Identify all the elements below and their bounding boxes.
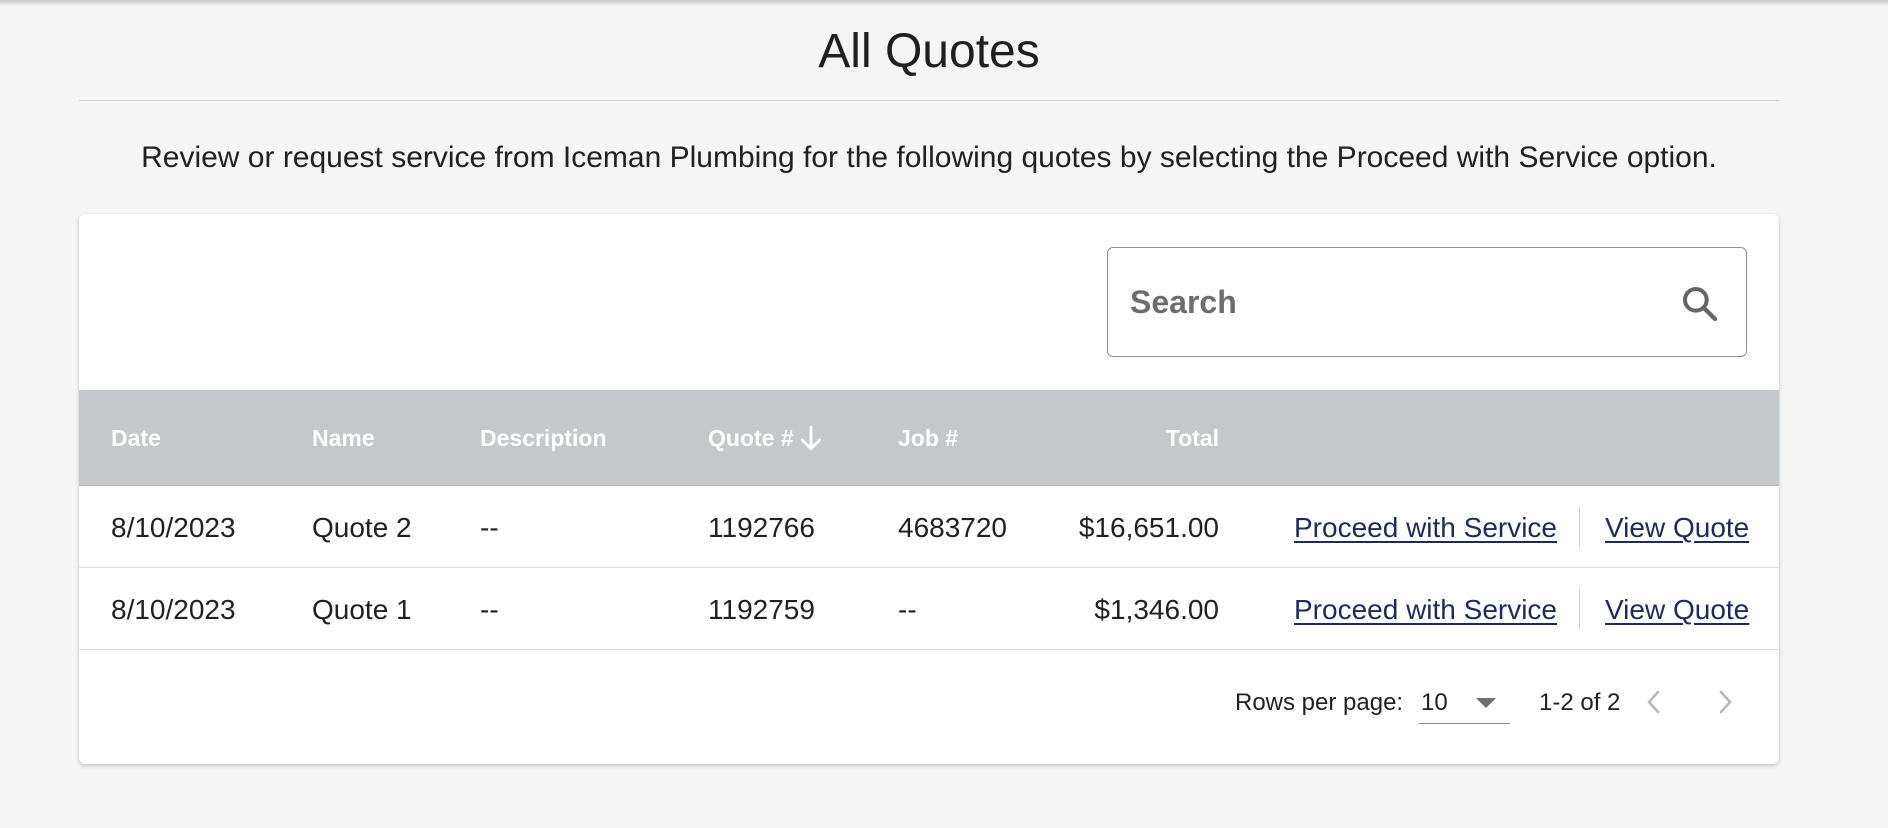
rows-per-page-label: Rows per page:	[1235, 689, 1404, 716]
table-row: 8/10/2023 Quote 1 -- 1192759 -- $1,346.0…	[79, 569, 1779, 650]
cell-quote-number: 1192766	[708, 512, 815, 543]
cell-date: 8/10/2023	[111, 594, 236, 625]
top-shadow	[0, 0, 1888, 6]
cell-date: 8/10/2023	[111, 512, 236, 543]
proceed-with-service-link[interactable]: Proceed with Service	[1294, 594, 1557, 625]
cell-name: Quote 2	[312, 512, 412, 543]
cell-job-number: --	[898, 594, 917, 625]
cell-quote-number: 1192759	[708, 594, 815, 625]
view-quote-link[interactable]: View Quote	[1605, 594, 1749, 625]
cell-total: $1,346.00	[1094, 594, 1219, 625]
caret-down-icon	[1476, 698, 1496, 708]
column-header-quote-number-label: Quote #	[708, 425, 794, 451]
chevron-right-icon	[1719, 690, 1732, 714]
quotes-card: Date Name Description Quote # Job # Tota…	[79, 214, 1779, 764]
cell-description: --	[480, 512, 499, 543]
rows-per-page-select[interactable]: 10	[1419, 680, 1510, 724]
cell-name: Quote 1	[312, 594, 412, 625]
table-header: Date Name Description Quote # Job # Tota…	[79, 390, 1779, 486]
view-quote-link[interactable]: View Quote	[1605, 512, 1749, 543]
cell-total: $16,651.00	[1078, 512, 1219, 543]
column-header-total[interactable]: Total	[1079, 390, 1219, 486]
table-pagination: Rows per page: 10 1-2 of 2	[79, 650, 1779, 764]
search-icon[interactable]	[1680, 284, 1720, 324]
pagination-range: 1-2 of 2	[1539, 689, 1621, 716]
column-header-date[interactable]: Date	[111, 390, 161, 486]
rows-per-page-value: 10	[1421, 689, 1448, 716]
search-box[interactable]	[1107, 247, 1747, 357]
column-header-job-number[interactable]: Job #	[898, 390, 958, 486]
page-title: All Quotes	[818, 25, 1040, 78]
action-separator	[1579, 507, 1580, 547]
page-intro: Review or request service from Iceman Pl…	[141, 141, 1717, 174]
column-header-description[interactable]: Description	[480, 390, 607, 486]
proceed-with-service-link[interactable]: Proceed with Service	[1294, 512, 1557, 543]
column-header-quote-number[interactable]: Quote #	[708, 390, 824, 486]
title-divider	[79, 100, 1779, 101]
column-header-name[interactable]: Name	[312, 390, 375, 486]
next-page-button[interactable]	[1703, 680, 1747, 724]
cell-description: --	[480, 594, 499, 625]
table-row: 8/10/2023 Quote 2 -- 1192766 4683720 $16…	[79, 487, 1779, 568]
cell-job-number: 4683720	[898, 512, 1008, 543]
search-input[interactable]	[1108, 248, 1648, 356]
chevron-left-icon	[1647, 690, 1660, 714]
sort-descending-icon[interactable]	[798, 423, 824, 453]
action-separator	[1579, 589, 1580, 629]
previous-page-button[interactable]	[1632, 680, 1676, 724]
